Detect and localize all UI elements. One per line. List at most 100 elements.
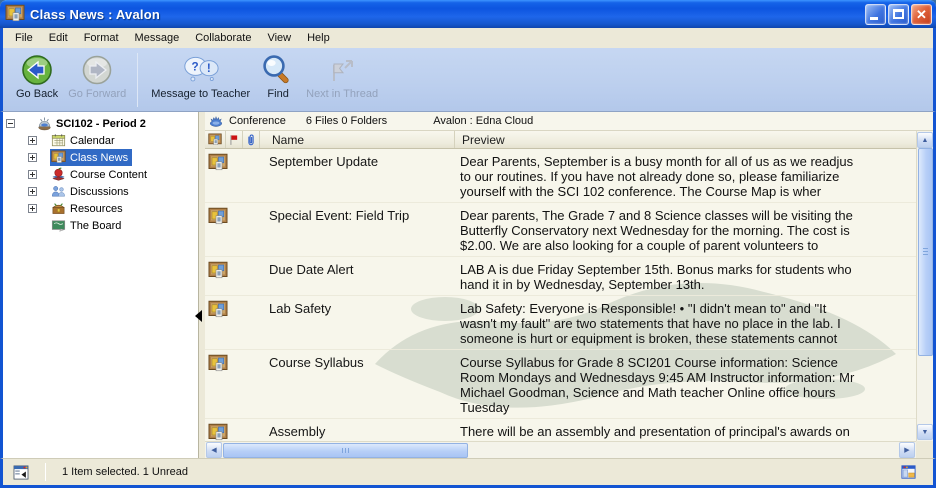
news-item-row[interactable]: September Update Dear Parents, September… [205, 149, 916, 203]
scroll-down-arrow-icon[interactable]: ▼ [917, 424, 933, 440]
item-preview: There will be an assembly and presentati… [452, 421, 916, 441]
pane-toggle-icon[interactable] [11, 464, 31, 481]
calendar-icon [51, 133, 66, 148]
item-preview: Course Syllabus for Grade 8 SCI201 Cours… [452, 352, 916, 415]
item-name: Due Date Alert [257, 259, 452, 292]
menu-view[interactable]: View [259, 30, 299, 46]
status-separator [45, 463, 46, 481]
bulletin-board-icon [208, 261, 228, 281]
maximize-button[interactable] [888, 4, 909, 25]
scroll-left-arrow-icon[interactable]: ◀ [206, 442, 222, 458]
item-preview: Dear Parents, September is a busy month … [452, 151, 916, 199]
news-item-row[interactable]: Course Syllabus Course Syllabus for Grad… [205, 350, 916, 419]
scroll-right-arrow-icon[interactable]: ▶ [899, 442, 915, 458]
conference-account: Avalon : Edna Cloud [433, 115, 533, 127]
selected-tree-item: Class News [50, 149, 132, 166]
go-forward-button: Go Forward [63, 52, 131, 101]
bulletin-board-icon [208, 153, 228, 173]
green-board-icon [51, 218, 66, 233]
horizontal-scrollbar[interactable]: ◀ ▶ [205, 441, 916, 458]
dome-icon [37, 116, 52, 131]
bulletin-board-icon [51, 150, 66, 165]
bulletin-board-icon [208, 354, 228, 374]
item-preview: Dear parents, The Grade 7 and 8 Science … [452, 205, 916, 253]
flag-icon [227, 133, 241, 147]
tree-item-course-content[interactable]: Course Content [6, 166, 198, 183]
vertical-scrollbar[interactable]: ▲ ▼ [916, 131, 933, 441]
menubar: File Edit Format Message Collaborate Vie… [0, 28, 936, 48]
tree-item-calendar[interactable]: Calendar [6, 132, 198, 149]
expand-expander[interactable] [28, 204, 37, 213]
news-item-row[interactable]: Assembly There will be an assembly and p… [205, 419, 916, 441]
item-name: Special Event: Field Trip [257, 205, 452, 253]
close-icon: ✕ [912, 5, 931, 24]
menu-help[interactable]: Help [299, 30, 338, 46]
conference-counts: 6 Files 0 Folders [306, 115, 387, 127]
expand-expander[interactable] [28, 136, 37, 145]
menu-collaborate[interactable]: Collaborate [187, 30, 259, 46]
status-text: 1 Item selected. 1 Unread [62, 466, 188, 478]
window-title: Class News : Avalon [30, 7, 160, 22]
minimize-icon [870, 17, 878, 20]
people-discussion-icon [51, 184, 66, 199]
conference-kind: Conference [229, 115, 286, 127]
go-back-button[interactable]: Go Back [11, 52, 63, 101]
magnifier-icon [260, 53, 296, 87]
collapse-pane-arrow-icon[interactable] [195, 310, 202, 322]
column-header-item-icon[interactable] [205, 131, 226, 148]
tree-item-the-board[interactable]: The Board [6, 217, 198, 234]
titlebar[interactable]: Class News : Avalon ✕ [0, 0, 936, 28]
column-header-attachment[interactable] [243, 131, 260, 148]
tree-item-resources[interactable]: Resources [6, 200, 198, 217]
window-bulletin-board-icon [5, 4, 25, 24]
column-header-preview[interactable]: Preview [455, 131, 916, 148]
close-button[interactable]: ✕ [911, 4, 932, 25]
menu-file[interactable]: File [7, 30, 41, 46]
vertical-scroll-thumb[interactable] [918, 148, 933, 356]
conference-infobar: Conference 6 Files 0 Folders Avalon : Ed… [205, 112, 933, 131]
item-name: Assembly [257, 421, 452, 441]
item-name: September Update [257, 151, 452, 199]
conference-icon [209, 114, 223, 128]
maximize-icon [893, 9, 904, 19]
layout-icon[interactable] [900, 464, 917, 480]
tree-item-class-news[interactable]: Class News [6, 149, 198, 166]
statusbar: 1 Item selected. 1 Unread [0, 458, 936, 485]
thread-flag-icon [324, 53, 360, 87]
item-preview: Lab Safety: Everyone is Responsible! • "… [452, 298, 916, 346]
news-item-row[interactable]: Due Date Alert LAB A is due Friday Septe… [205, 257, 916, 296]
column-header-row: Name Preview [205, 131, 916, 149]
menu-format[interactable]: Format [76, 30, 127, 46]
back-arrow-icon [19, 53, 55, 87]
forward-arrow-icon [79, 53, 115, 87]
minimize-button[interactable] [865, 4, 886, 25]
column-header-name[interactable]: Name [260, 131, 455, 148]
news-item-row[interactable]: Lab Safety Lab Safety: Everyone is Respo… [205, 296, 916, 350]
bulletin-board-icon [208, 423, 228, 441]
tree-item-discussions[interactable]: Discussions [6, 183, 198, 200]
menu-edit[interactable]: Edit [41, 30, 76, 46]
next-in-thread-button: Next in Thread [301, 52, 383, 101]
find-button[interactable]: Find [255, 52, 301, 101]
bulletin-board-icon [208, 207, 228, 227]
conference-pane: Conference 6 Files 0 Folders Avalon : Ed… [205, 112, 933, 458]
column-header-flag[interactable] [226, 131, 243, 148]
horizontal-scroll-thumb[interactable] [223, 443, 468, 458]
tree-root-sci102[interactable]: SCI102 - Period 2 [6, 115, 198, 132]
message-list: September Update Dear Parents, September… [205, 149, 916, 441]
item-name: Course Syllabus [257, 352, 452, 415]
bulletin-board-icon [208, 300, 228, 320]
expand-expander[interactable] [28, 153, 37, 162]
scrollbar-corner [916, 441, 933, 458]
folder-tree: SCI102 - Period 2 Calendar Class News [3, 112, 199, 458]
news-item-row[interactable]: Special Event: Field Trip Dear parents, … [205, 203, 916, 257]
expand-expander[interactable] [28, 187, 37, 196]
menu-message[interactable]: Message [127, 30, 188, 46]
collapse-expander[interactable] [6, 119, 15, 128]
chest-icon [51, 201, 66, 216]
scroll-up-arrow-icon[interactable]: ▲ [917, 132, 933, 148]
paperclip-icon [244, 133, 258, 147]
expand-expander[interactable] [28, 170, 37, 179]
apple-books-icon [51, 167, 66, 182]
message-to-teacher-button[interactable]: Message to Teacher [146, 52, 255, 101]
